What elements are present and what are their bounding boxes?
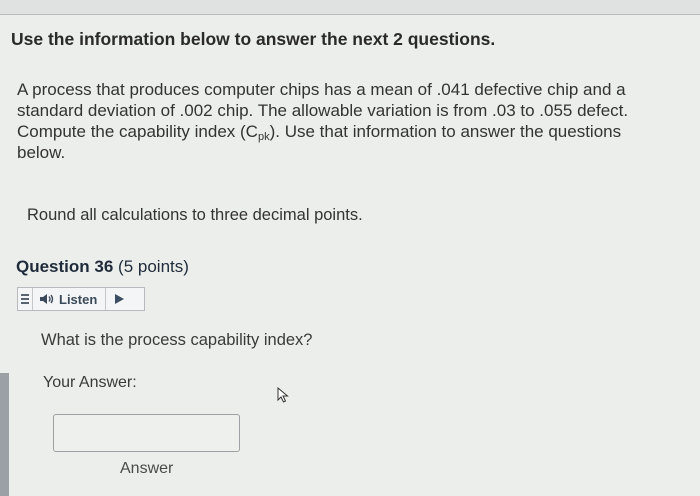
menu-icon[interactable] xyxy=(18,288,33,310)
left-accent-bar xyxy=(0,373,9,496)
listen-label: Listen xyxy=(59,291,98,307)
rounding-note: Round all calculations to three decimal … xyxy=(27,206,363,224)
mouse-cursor-icon xyxy=(277,387,289,403)
answer-caption: Answer xyxy=(120,460,174,477)
play-icon[interactable] xyxy=(115,294,125,304)
question-title: Question 36 (5 points) xyxy=(16,257,189,277)
cpk-text-end: ). Use that information to answer the qu… xyxy=(269,122,622,141)
instructions-paragraph: A process that produces computer chips h… xyxy=(17,79,687,163)
question-prompt: What is the process capability index? xyxy=(41,331,313,349)
answer-input[interactable] xyxy=(53,414,240,452)
paragraph-line-3: Compute the capability index (Cpk). Use … xyxy=(17,121,687,143)
your-answer-label: Your Answer: xyxy=(43,374,137,391)
cpk-text-start: Compute the capability index (C xyxy=(17,122,258,141)
paragraph-line-4: below. xyxy=(17,143,66,162)
paragraph-line-2: standard deviation of .002 chip. The all… xyxy=(17,101,629,120)
speaker-icon xyxy=(39,293,55,305)
question-number: Question 36 xyxy=(16,257,114,276)
listen-button[interactable]: Listen xyxy=(17,287,145,311)
top-bar xyxy=(0,0,700,15)
question-points: (5 points) xyxy=(118,257,189,276)
paragraph-line-1: A process that produces computer chips h… xyxy=(17,80,626,99)
instructions-heading: Use the information below to answer the … xyxy=(11,29,496,49)
cpk-subscript: pk xyxy=(257,131,270,143)
